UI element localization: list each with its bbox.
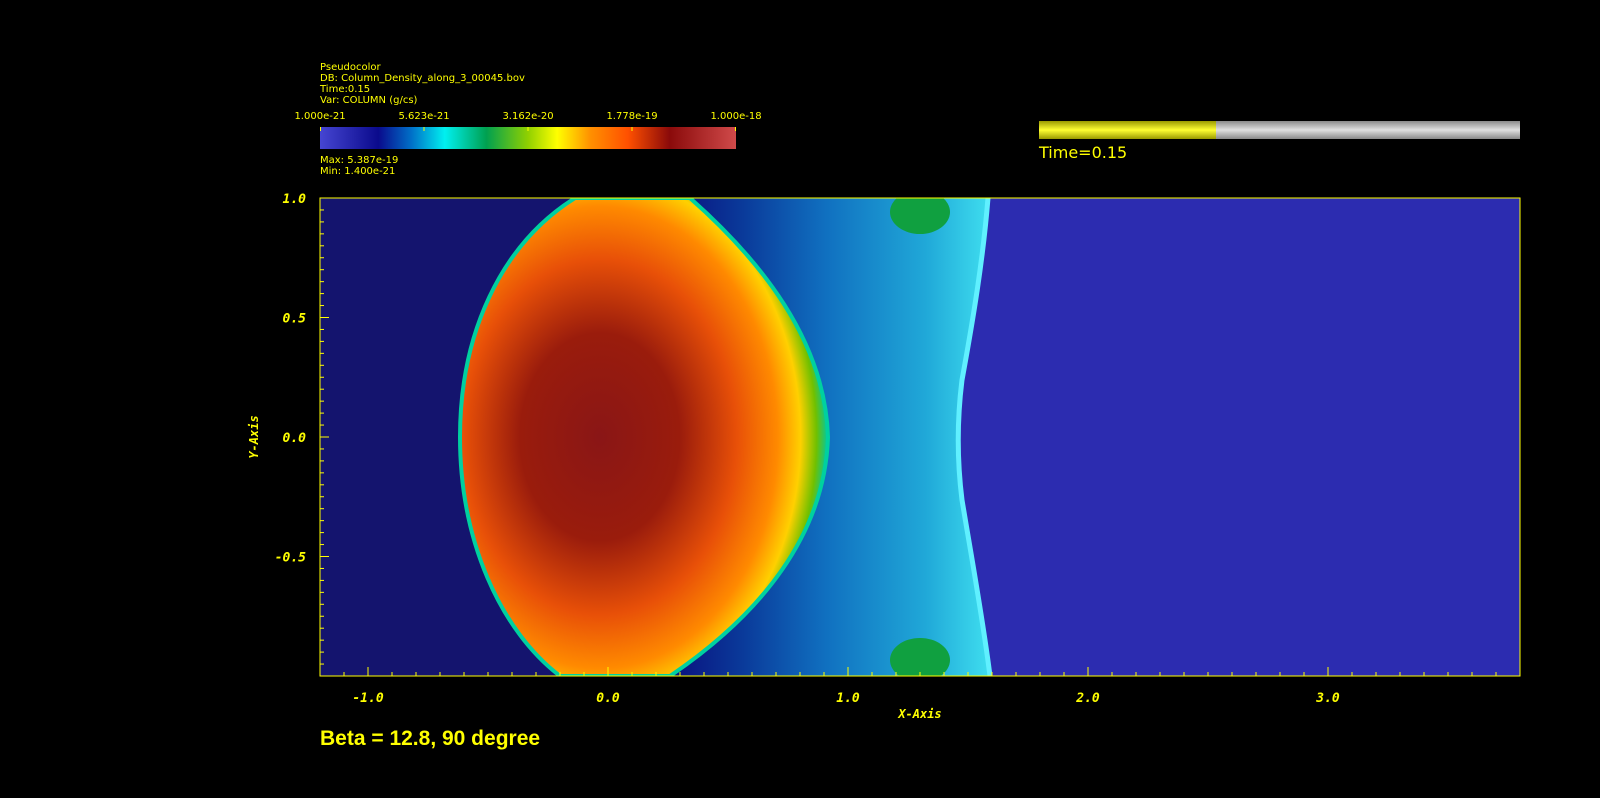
caption: Beta = 12.8, 90 degree [320,727,541,750]
cloud-halo-top [890,198,950,234]
downstream-region [960,198,1520,676]
x-tick-label: 2.0 [1075,691,1100,706]
x-tick-label: -1.0 [352,691,383,706]
plot-area: -1.0 0.0 1.0 2.0 3.0 1.0 0.5 0.0 -0.5 X-Axis Y-… [247,192,1521,721]
x-tick-label: 1.0 [836,691,860,706]
y-tick-label: 0.0 [283,431,307,446]
x-tick-label: 0.0 [596,691,620,706]
y-axis-title: Y-Axis [247,415,261,458]
y-tick-label: 0.5 [283,312,307,327]
y-tick-label: -0.5 [275,551,306,566]
x-axis-title: X-Axis [897,707,941,721]
x-tick-label: 3.0 [1315,691,1340,706]
y-tick-label: 1.0 [283,192,307,207]
